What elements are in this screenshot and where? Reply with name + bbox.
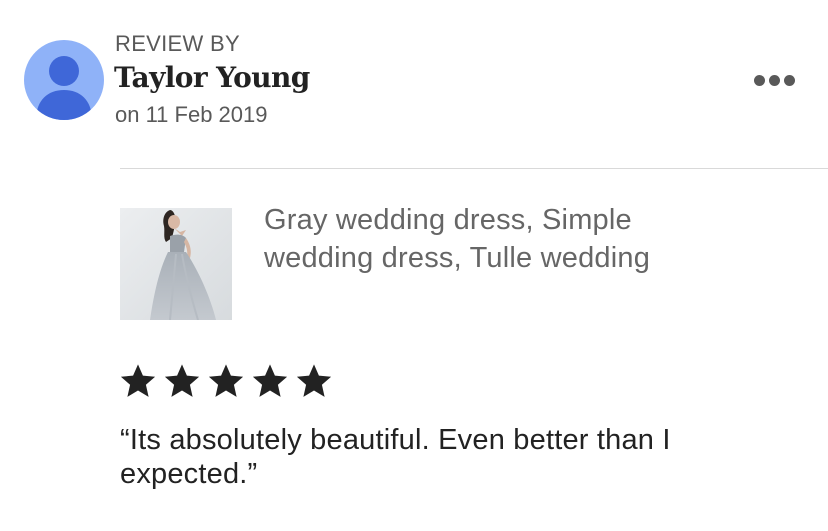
- review-by-label: REVIEW BY: [115, 31, 240, 56]
- review-text: “Its absolutely beautiful. Even better t…: [120, 424, 671, 490]
- star-rating: [119, 362, 333, 400]
- star-icon: [164, 364, 200, 397]
- product-title-link[interactable]: Gray wedding dress, Simple wedding dress…: [264, 201, 724, 277]
- star-icon: [120, 364, 156, 397]
- product-thumbnail[interactable]: [120, 208, 232, 320]
- more-options-icon: [753, 74, 765, 86]
- more-options-button[interactable]: [744, 66, 804, 94]
- divider: [120, 168, 828, 169]
- user-silhouette-icon: [36, 56, 92, 120]
- star-icon: [252, 364, 288, 397]
- star-icon: [296, 364, 332, 397]
- more-options-icon: [783, 74, 795, 86]
- more-options-icon: [768, 74, 780, 86]
- reviewer-avatar[interactable]: [24, 40, 104, 120]
- reviewer-name: Taylor Young: [114, 61, 310, 94]
- star-icon: [208, 364, 244, 397]
- review-date: on 11 Feb 2019: [115, 102, 268, 127]
